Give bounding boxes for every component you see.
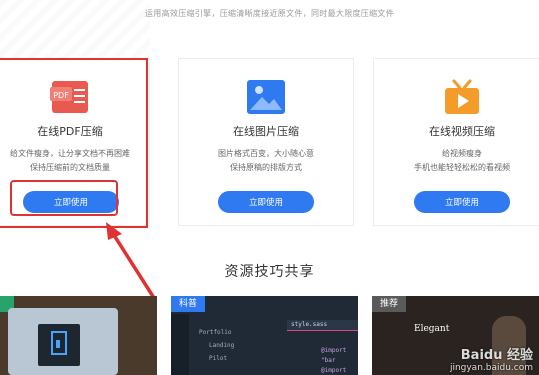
- tree-folder: Landing: [209, 342, 235, 349]
- card-desc-line: 保持原稿的排版方式: [230, 163, 302, 172]
- laptop-icon: [8, 308, 118, 375]
- card-title: 在线视频压缩: [429, 125, 495, 138]
- resource-thumbnail[interactable]: 科普 Portfolio Landing Pilot style.sass @i…: [171, 296, 358, 375]
- thumbnail-tag: 科普: [171, 296, 206, 312]
- card-title: 在线图片压缩: [233, 125, 299, 138]
- code-lines: @import "bar @import "dis: [321, 346, 358, 375]
- tree-folder: Pilot: [209, 355, 228, 362]
- thumbnail-tag: 推荐: [372, 296, 407, 312]
- editor-sidebar: [171, 314, 189, 375]
- code-line: @import "dis: [321, 367, 347, 374]
- code-line: @import "bar: [321, 347, 347, 364]
- image-use-now-button[interactable]: 立即使用: [218, 191, 314, 213]
- video-use-now-button[interactable]: 立即使用: [414, 191, 510, 213]
- image-icon: [246, 77, 286, 117]
- resource-thumbnail[interactable]: [0, 296, 157, 375]
- thumbnail-text: Elegant: [414, 324, 450, 334]
- watermark-brand: Baidu 经验: [460, 348, 533, 363]
- section-title: 资源技巧共享: [224, 264, 315, 280]
- video-compress-card[interactable]: 在线视频压缩 给视频瘦身 手机也能轻轻松松的看视频 立即使用: [373, 58, 539, 226]
- card-description: 给视频瘦身 手机也能轻轻松松的看视频: [374, 147, 539, 175]
- annotation-button-highlight: [10, 180, 118, 216]
- watermark-url: jingyan.baidu.com: [449, 363, 533, 373]
- image-compress-card[interactable]: 在线图片压缩 图片格式百变，大小随心意 保持原稿的排版方式 立即使用: [178, 58, 354, 226]
- card-desc-line: 图片格式百变，大小随心意: [218, 149, 314, 158]
- card-description: 图片格式百变，大小随心意 保持原稿的排版方式: [179, 147, 353, 175]
- editor-tab: style.sass: [287, 320, 358, 331]
- card-desc-line: 手机也能轻轻松松的看视频: [414, 163, 510, 172]
- baidu-watermark: Baidu 经验 jingyan.baidu.com: [450, 344, 533, 373]
- file-tree: Portfolio Landing Pilot: [199, 326, 234, 365]
- page-subtitle: 运用高效压缩引擎，压缩清晰度接近原文件，同时最大限度压缩文件: [145, 9, 394, 18]
- video-icon: [442, 77, 482, 117]
- tree-folder: Portfolio: [199, 329, 232, 336]
- card-desc-line: 给视频瘦身: [442, 149, 482, 158]
- resource-thumbnail[interactable]: 推荐 Elegant Baidu 经验 jingyan.baidu.com: [372, 296, 539, 375]
